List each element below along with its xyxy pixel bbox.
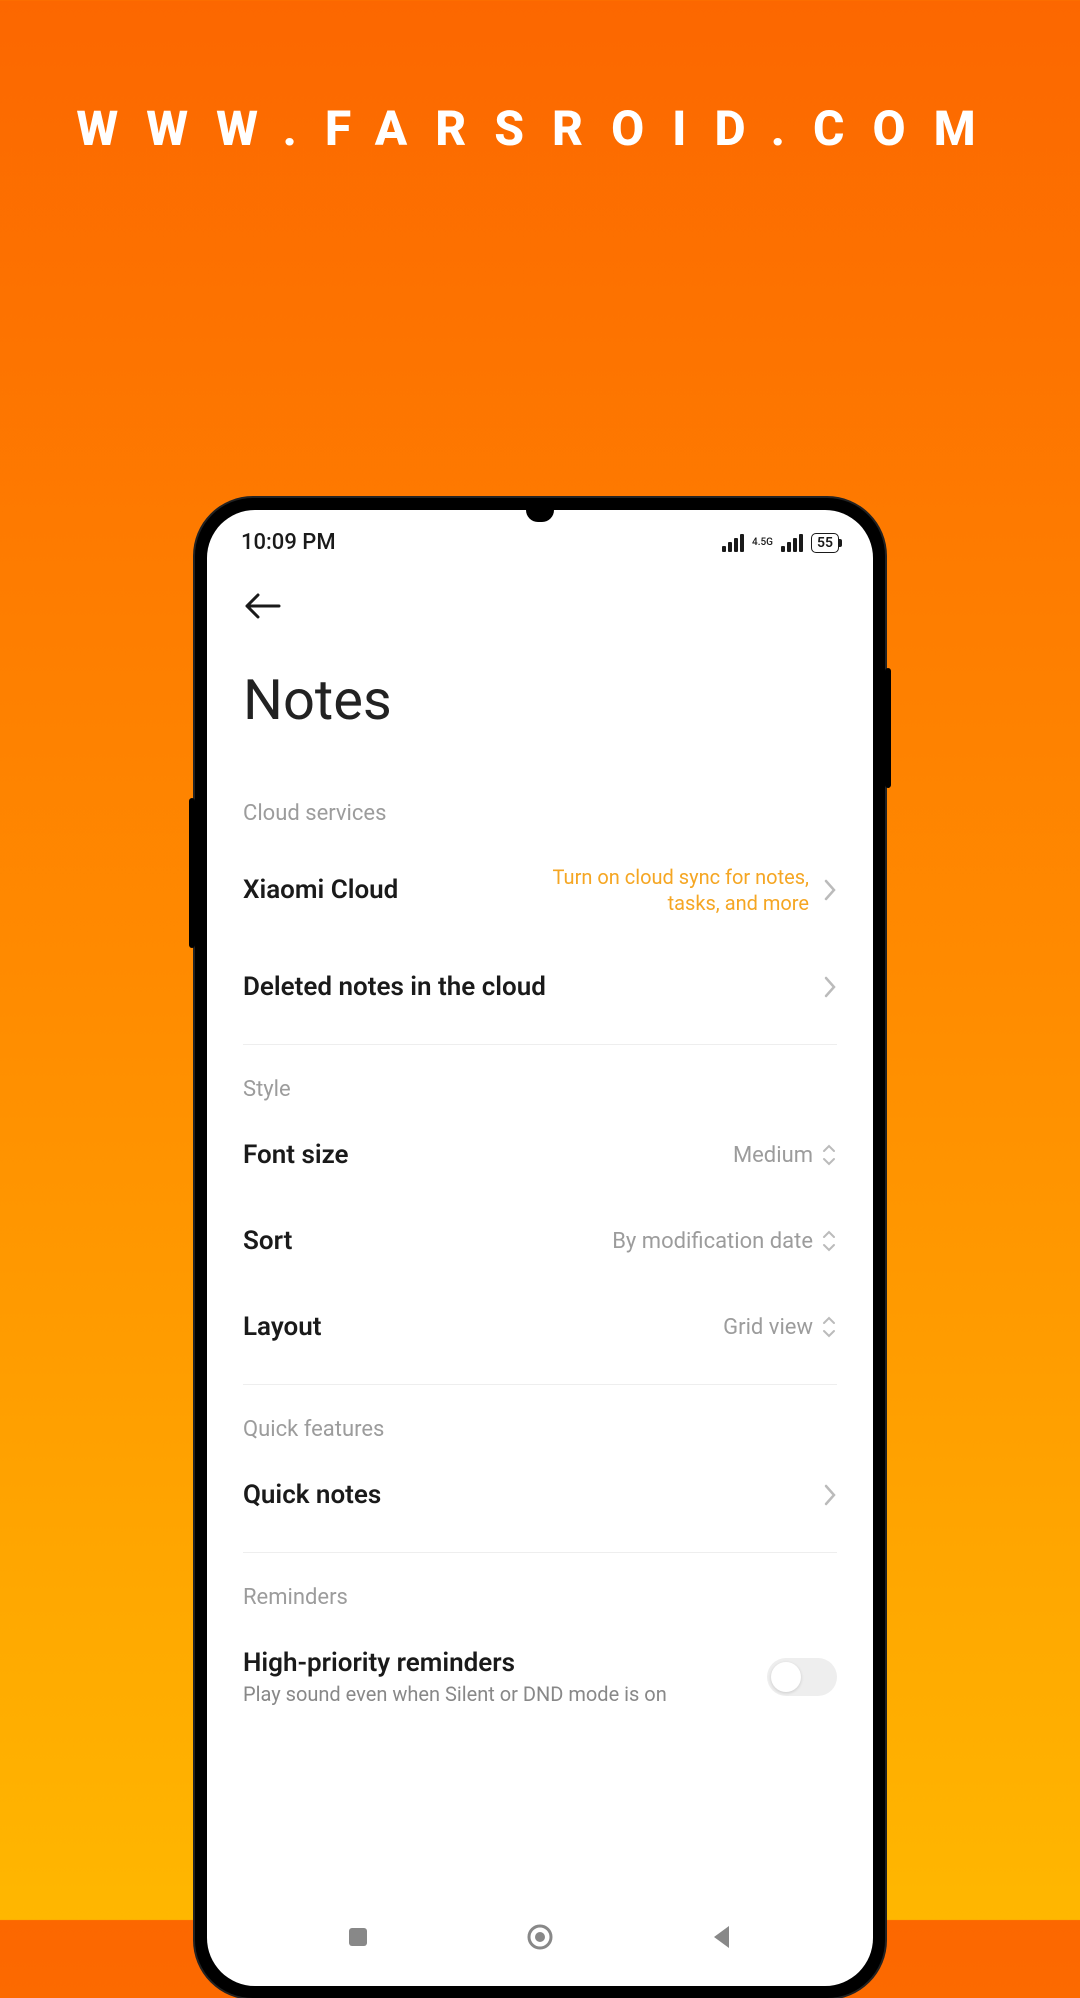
section-header-cloud: Cloud services bbox=[243, 783, 837, 836]
nav-back-icon[interactable] bbox=[707, 1922, 737, 1952]
phone-frame: 10:09 PM 4.5G 55 Notes Cloud services Xi… bbox=[195, 498, 885, 1998]
signal-icon-2 bbox=[781, 534, 803, 552]
phone-screen: 10:09 PM 4.5G 55 Notes Cloud services Xi… bbox=[207, 510, 873, 1986]
row-title: Sort bbox=[243, 1226, 292, 1256]
section-divider bbox=[243, 1552, 837, 1553]
row-value: Grid view bbox=[723, 1315, 813, 1340]
toggle-switch[interactable] bbox=[767, 1658, 837, 1696]
row-layout[interactable]: Layout Grid view bbox=[243, 1284, 837, 1370]
row-title: Xiaomi Cloud bbox=[243, 875, 398, 905]
section-divider bbox=[243, 1384, 837, 1385]
section-header-reminders: Reminders bbox=[243, 1567, 837, 1620]
row-title: Quick notes bbox=[243, 1480, 381, 1510]
updown-icon bbox=[821, 1315, 837, 1339]
back-icon[interactable] bbox=[243, 591, 283, 621]
row-value: By modification date bbox=[612, 1229, 813, 1254]
row-title: Deleted notes in the cloud bbox=[243, 972, 546, 1002]
settings-content: Notes Cloud services Xiaomi Cloud Turn o… bbox=[207, 563, 873, 1898]
row-title: Font size bbox=[243, 1140, 349, 1170]
navigation-bar bbox=[207, 1898, 873, 1986]
section-header-quick: Quick features bbox=[243, 1399, 837, 1452]
row-title: Layout bbox=[243, 1312, 322, 1342]
row-quick-notes[interactable]: Quick notes bbox=[243, 1452, 837, 1538]
signal-icon bbox=[722, 534, 744, 552]
nav-home-icon[interactable] bbox=[525, 1922, 555, 1952]
row-sort[interactable]: Sort By modification date bbox=[243, 1198, 837, 1284]
row-font-size[interactable]: Font size Medium bbox=[243, 1112, 837, 1198]
nav-recent-icon[interactable] bbox=[343, 1922, 373, 1952]
page-title: Notes bbox=[243, 637, 837, 783]
row-accent-text: Turn on cloud sync for notes, tasks, and… bbox=[529, 864, 809, 916]
watermark-text: WWW.FARSROID.COM bbox=[0, 100, 1080, 157]
status-time: 10:09 PM bbox=[241, 530, 336, 555]
status-right-cluster: 4.5G 55 bbox=[722, 533, 839, 553]
row-subtitle: Play sound even when Silent or DND mode … bbox=[243, 1682, 667, 1706]
row-high-priority[interactable]: High-priority reminders Play sound even … bbox=[243, 1620, 837, 1734]
section-divider bbox=[243, 1044, 837, 1045]
updown-icon bbox=[821, 1143, 837, 1167]
updown-icon bbox=[821, 1229, 837, 1253]
row-value: Medium bbox=[733, 1143, 813, 1168]
row-deleted-notes[interactable]: Deleted notes in the cloud bbox=[243, 944, 837, 1030]
chevron-right-icon bbox=[823, 975, 837, 999]
row-title: High-priority reminders bbox=[243, 1648, 667, 1678]
row-xiaomi-cloud[interactable]: Xiaomi Cloud Turn on cloud sync for note… bbox=[243, 836, 837, 944]
chevron-right-icon bbox=[823, 878, 837, 902]
chevron-right-icon bbox=[823, 1483, 837, 1507]
network-type: 4.5G bbox=[752, 538, 773, 548]
battery-indicator: 55 bbox=[811, 533, 839, 553]
section-header-style: Style bbox=[243, 1059, 837, 1112]
